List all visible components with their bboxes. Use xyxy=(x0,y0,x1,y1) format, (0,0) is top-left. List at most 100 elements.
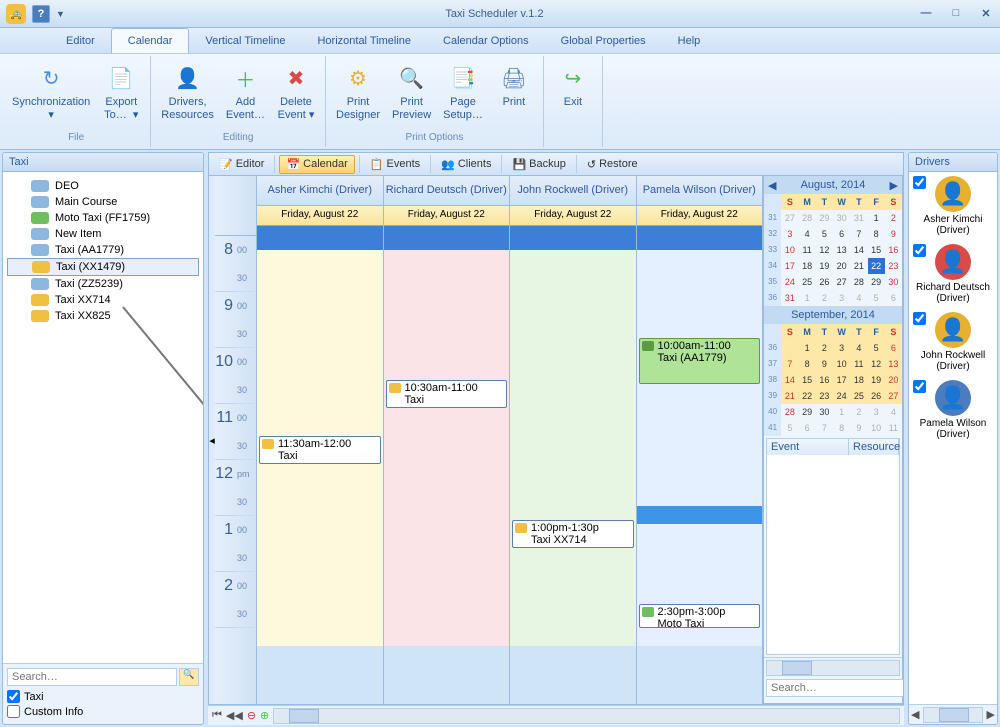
cal-day[interactable]: 4 xyxy=(850,290,867,306)
zoom-in-icon[interactable]: ⊕ xyxy=(260,709,269,722)
cal-day[interactable]: 25 xyxy=(799,274,816,290)
cal-day[interactable]: 9 xyxy=(850,420,867,436)
cal-day[interactable]: 6 xyxy=(799,420,816,436)
cal-day[interactable]: 27 xyxy=(833,274,850,290)
appointment[interactable]: 10:30am-11:00Taxi xyxy=(386,380,508,408)
cal-day[interactable]: 29 xyxy=(799,404,816,420)
resource-col-header[interactable]: Resource xyxy=(849,439,899,455)
cal-prev-icon[interactable]: ◀ xyxy=(768,179,776,192)
cal-day[interactable] xyxy=(781,340,798,356)
cal-day[interactable]: 6 xyxy=(885,340,902,356)
cal-title[interactable]: August, 2014 xyxy=(801,179,866,191)
cal-day[interactable]: 30 xyxy=(885,274,902,290)
cal-day[interactable]: 3 xyxy=(833,290,850,306)
appointment[interactable]: 11:30am-12:00Taxi xyxy=(259,436,381,464)
cal-day[interactable]: 15 xyxy=(868,242,885,258)
ribbon-delete-button[interactable]: ✖Delete Event ▾ xyxy=(271,58,321,132)
cal-day[interactable]: 16 xyxy=(885,242,902,258)
cal-day[interactable]: 3 xyxy=(868,404,885,420)
right-search-input[interactable] xyxy=(766,679,904,697)
driver-item[interactable]: 👤Pamela Wilson (Driver) xyxy=(909,376,997,444)
cal-day[interactable]: 21 xyxy=(850,258,867,274)
cal-day[interactable]: 20 xyxy=(833,258,850,274)
cal-day[interactable]: 4 xyxy=(885,404,902,420)
ribbon-print-button[interactable]: 🖨Print xyxy=(489,58,539,132)
cal-day[interactable]: 31 xyxy=(850,210,867,226)
taxi-tree[interactable]: DEOMain CourseMoto Taxi (FF1759)New Item… xyxy=(3,172,203,663)
driver-column[interactable]: Richard Deutsch (Driver)Friday, August 2… xyxy=(384,176,511,704)
date-header[interactable]: Friday, August 22 xyxy=(637,206,763,226)
cal-day[interactable]: 7 xyxy=(850,226,867,242)
cal-day[interactable]: 6 xyxy=(833,226,850,242)
driver-item[interactable]: 👤Richard Deutsch (Driver) xyxy=(909,240,997,308)
cal-day[interactable]: 5 xyxy=(816,226,833,242)
cal-day[interactable]: 1 xyxy=(868,210,885,226)
cal-day[interactable]: 1 xyxy=(799,290,816,306)
toolbar-editor-button[interactable]: 📝Editor xyxy=(213,156,270,173)
cal-day[interactable]: 25 xyxy=(850,388,867,404)
tree-item[interactable]: Main Course xyxy=(7,194,199,210)
cal-day[interactable]: 5 xyxy=(868,340,885,356)
driver-checkbox[interactable] xyxy=(913,244,926,257)
close-button[interactable]: ✕ xyxy=(978,7,994,20)
cal-day[interactable]: 6 xyxy=(885,290,902,306)
cal-day[interactable]: 28 xyxy=(799,210,816,226)
cal-day[interactable]: 9 xyxy=(885,226,902,242)
event-scrollbar[interactable] xyxy=(766,660,900,676)
drv-scroll-left-icon[interactable]: ◀ xyxy=(911,708,919,721)
tree-item[interactable]: Moto Taxi (FF1759) xyxy=(7,210,199,226)
cal-day[interactable]: 3 xyxy=(833,340,850,356)
cal-day[interactable]: 24 xyxy=(833,388,850,404)
cal-day[interactable]: 15 xyxy=(799,372,816,388)
ribbon-exit-button[interactable]: ↪Exit xyxy=(548,58,598,143)
tree-item[interactable]: DEO xyxy=(7,178,199,194)
cal-day[interactable]: 23 xyxy=(885,258,902,274)
appointment[interactable]: 1:00pm-1:30pTaxi XX714 xyxy=(512,520,634,548)
cal-day[interactable]: 2 xyxy=(816,340,833,356)
cal-day[interactable]: 10 xyxy=(833,356,850,372)
schedule-grid[interactable]: ◂ 800309003010003011003012pm301003020030… xyxy=(208,176,904,705)
toolbar-restore-button[interactable]: ↺Restore xyxy=(581,156,644,173)
driver-column[interactable]: Pamela Wilson (Driver)Friday, August 221… xyxy=(637,176,764,704)
cal-day[interactable]: 29 xyxy=(816,210,833,226)
cal-day[interactable]: 22 xyxy=(799,388,816,404)
taxi-checkbox-row[interactable]: Taxi xyxy=(7,690,199,703)
cal-day[interactable]: 28 xyxy=(850,274,867,290)
cal-day[interactable]: 21 xyxy=(781,388,798,404)
menu-help[interactable]: Help xyxy=(662,29,717,53)
cal-day[interactable]: 11 xyxy=(799,242,816,258)
cal-day[interactable]: 10 xyxy=(781,242,798,258)
maximize-button[interactable]: □ xyxy=(948,7,964,20)
cal-day[interactable]: 27 xyxy=(781,210,798,226)
cal-day[interactable]: 16 xyxy=(816,372,833,388)
cal-day[interactable]: 17 xyxy=(781,258,798,274)
zoom-out-icon[interactable]: ⊖ xyxy=(247,709,256,722)
minimize-button[interactable]: — xyxy=(918,7,934,20)
cal-day[interactable]: 13 xyxy=(833,242,850,258)
custom-info-checkbox[interactable] xyxy=(7,705,20,718)
cal-day[interactable]: 28 xyxy=(781,404,798,420)
schedule-scrollbar[interactable] xyxy=(273,708,900,724)
cal-day[interactable]: 5 xyxy=(781,420,798,436)
tree-item[interactable]: Taxi (ZZ5239) xyxy=(7,276,199,292)
driver-header[interactable]: Pamela Wilson (Driver) xyxy=(637,176,763,206)
driver-checkbox[interactable] xyxy=(913,176,926,189)
menu-global-properties[interactable]: Global Properties xyxy=(545,29,662,53)
menu-horizontal-timeline[interactable]: Horizontal Timeline xyxy=(301,29,427,53)
cal-day[interactable]: 8 xyxy=(799,356,816,372)
cal-day[interactable]: 20 xyxy=(885,372,902,388)
cal-day[interactable]: 23 xyxy=(816,388,833,404)
menu-calendar-options[interactable]: Calendar Options xyxy=(427,29,545,53)
cal-day[interactable]: 29 xyxy=(868,274,885,290)
cal-day[interactable]: 8 xyxy=(868,226,885,242)
cal-day[interactable]: 26 xyxy=(816,274,833,290)
toolbar-clients-button[interactable]: 👥Clients xyxy=(435,156,497,173)
cal-day[interactable]: 1 xyxy=(833,404,850,420)
nav-prev-icon[interactable]: ◀◀ xyxy=(226,709,243,722)
toolbar-events-button[interactable]: 📋Events xyxy=(364,156,426,173)
cal-day[interactable]: 14 xyxy=(850,242,867,258)
cal-day[interactable]: 10 xyxy=(868,420,885,436)
driver-checkbox[interactable] xyxy=(913,312,926,325)
cal-day[interactable]: 18 xyxy=(850,372,867,388)
date-header[interactable]: Friday, August 22 xyxy=(257,206,383,226)
